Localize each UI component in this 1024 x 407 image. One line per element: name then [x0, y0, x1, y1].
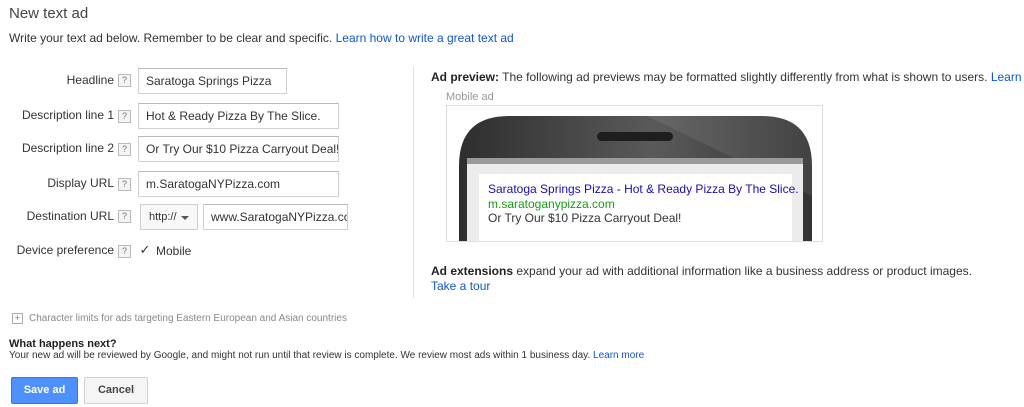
ad-preview-headline[interactable]: Saratoga Springs Pizza - Hot & Ready Piz…: [488, 182, 799, 196]
description-line-2-help-icon[interactable]: ?: [118, 143, 131, 156]
phone-speaker: [597, 132, 673, 141]
device-preference-help-icon[interactable]: ?: [118, 245, 131, 258]
mobile-option-label: Mobile: [156, 244, 192, 258]
device-preference-label: Device preference: [16, 243, 114, 257]
review-notice: Your new ad will be reviewed by Google, …: [9, 350, 591, 361]
ad-extensions-description: expand your ad with additional informati…: [516, 264, 972, 278]
cancel-button[interactable]: Cancel: [84, 377, 148, 404]
page-title: New text ad: [9, 5, 89, 22]
destination-url-label: Destination URL: [26, 209, 114, 223]
display-url-label: Display URL: [47, 176, 114, 190]
mobile-checkbox[interactable]: ✓: [139, 243, 151, 256]
description-line-2-label: Description line 2: [21, 141, 114, 155]
headline-input[interactable]: Saratoga Springs Pizza: [138, 68, 287, 94]
ad-extensions-text: Ad extensions expand your ad with additi…: [431, 264, 972, 278]
learn-text-ad-link[interactable]: Learn how to write a great text ad: [336, 31, 514, 45]
protocol-value: http://: [149, 211, 177, 223]
intro-text: Write your text ad below. Remember to be…: [9, 31, 514, 45]
preview-learn-more-link[interactable]: Learn more: [991, 70, 1024, 84]
ad-preview-url: m.saratoganypizza.com: [488, 197, 615, 211]
headline-label: Headline: [66, 73, 114, 87]
ad-preview-heading: Ad preview: The following ad previews ma…: [431, 70, 1024, 84]
description-line-2-input[interactable]: Or Try Our $10 Pizza Carryout Deal!: [138, 136, 339, 162]
destination-url-input[interactable]: www.SaratogaNYPizza.com: [203, 204, 348, 230]
what-happens-next-heading: What happens next?: [9, 338, 117, 350]
intro-description: Write your text ad below. Remember to be…: [9, 31, 333, 45]
description-line-1-help-icon[interactable]: ?: [118, 110, 131, 123]
what-happens-next-text: Your new ad will be reviewed by Google, …: [9, 350, 644, 361]
take-tour-link[interactable]: Take a tour: [431, 279, 490, 293]
headline-help-icon[interactable]: ?: [118, 74, 131, 87]
ad-preview-note: The following ad previews may be formatt…: [502, 70, 988, 84]
ad-preview-title: Ad preview:: [431, 70, 500, 84]
protocol-select[interactable]: http://: [140, 204, 198, 230]
chevron-down-icon: [181, 216, 189, 220]
display-url-input[interactable]: m.SaratogaNYPizza.com: [138, 171, 339, 197]
save-ad-button[interactable]: Save ad: [11, 377, 78, 404]
description-line-1-label: Description line 1: [21, 108, 114, 122]
destination-url-help-icon[interactable]: ?: [118, 210, 131, 223]
ad-extensions-title: Ad extensions: [431, 264, 514, 278]
character-limits-toggle[interactable]: Character limits for ads targeting Easte…: [29, 313, 347, 324]
description-line-1-input[interactable]: Hot & Ready Pizza By The Slice.: [138, 103, 339, 129]
next-learn-more-link[interactable]: Learn more: [593, 350, 644, 361]
expand-plus-icon[interactable]: +: [12, 313, 23, 324]
column-divider: [413, 66, 414, 298]
ad-preview-description: Or Try Our $10 Pizza Carryout Deal!: [488, 211, 682, 225]
mobile-ad-label: Mobile ad: [446, 91, 494, 103]
display-url-help-icon[interactable]: ?: [118, 178, 131, 191]
